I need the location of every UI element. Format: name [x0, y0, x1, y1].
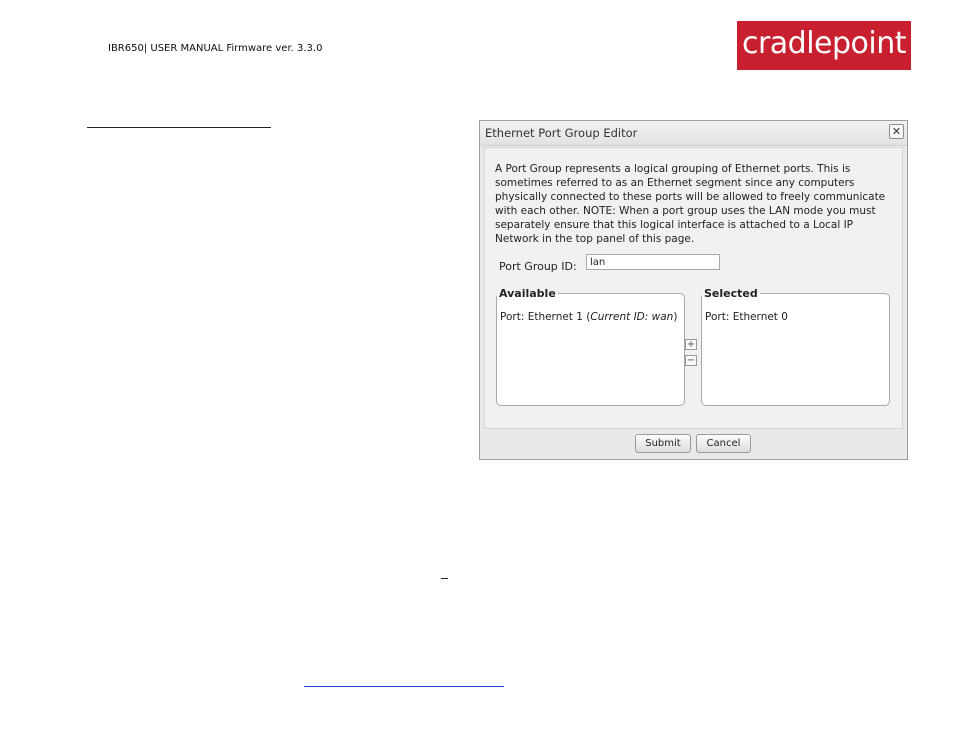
- dialog-description: A Port Group represents a logical groupi…: [495, 163, 886, 245]
- text-fragment-dash: [441, 578, 448, 579]
- port-group-editor-dialog: Ethernet Port Group Editor ✕ A Port Grou…: [479, 120, 908, 460]
- selected-port-item[interactable]: Port: Ethernet 0: [705, 311, 788, 323]
- available-ports-list[interactable]: Available Port: Ethernet 1 (Current ID: …: [496, 287, 685, 406]
- selected-legend: Selected: [704, 287, 758, 300]
- dialog-body: A Port Group represents a logical groupi…: [484, 147, 903, 429]
- available-port-item[interactable]: Port: Ethernet 1 (Current ID: wan): [500, 311, 677, 323]
- available-port-prefix: Port: Ethernet 1 (: [500, 311, 591, 323]
- available-legend: Available: [499, 287, 556, 300]
- port-group-id-label: Port Group ID:: [499, 260, 577, 273]
- selected-ports-list[interactable]: Selected Port: Ethernet 0: [701, 287, 890, 406]
- available-port-current-id: Current ID: wan: [590, 311, 674, 323]
- close-icon[interactable]: ✕: [889, 124, 904, 139]
- port-group-id-input[interactable]: [586, 254, 720, 270]
- dialog-title: Ethernet Port Group Editor: [485, 126, 638, 140]
- add-port-button[interactable]: +: [685, 339, 697, 350]
- document-header: IBR650| USER MANUAL Firmware ver. 3.3.0: [108, 43, 323, 54]
- submit-button[interactable]: Submit: [635, 434, 691, 453]
- available-port-suffix: ): [673, 311, 678, 323]
- remove-port-button[interactable]: −: [685, 355, 697, 366]
- hyperlink-underline[interactable]: [304, 686, 504, 687]
- cradlepoint-logo: cradlepoint: [737, 21, 911, 70]
- dialog-titlebar: Ethernet Port Group Editor ✕: [480, 121, 907, 146]
- section-heading-underline: [87, 127, 271, 128]
- cancel-button[interactable]: Cancel: [696, 434, 751, 453]
